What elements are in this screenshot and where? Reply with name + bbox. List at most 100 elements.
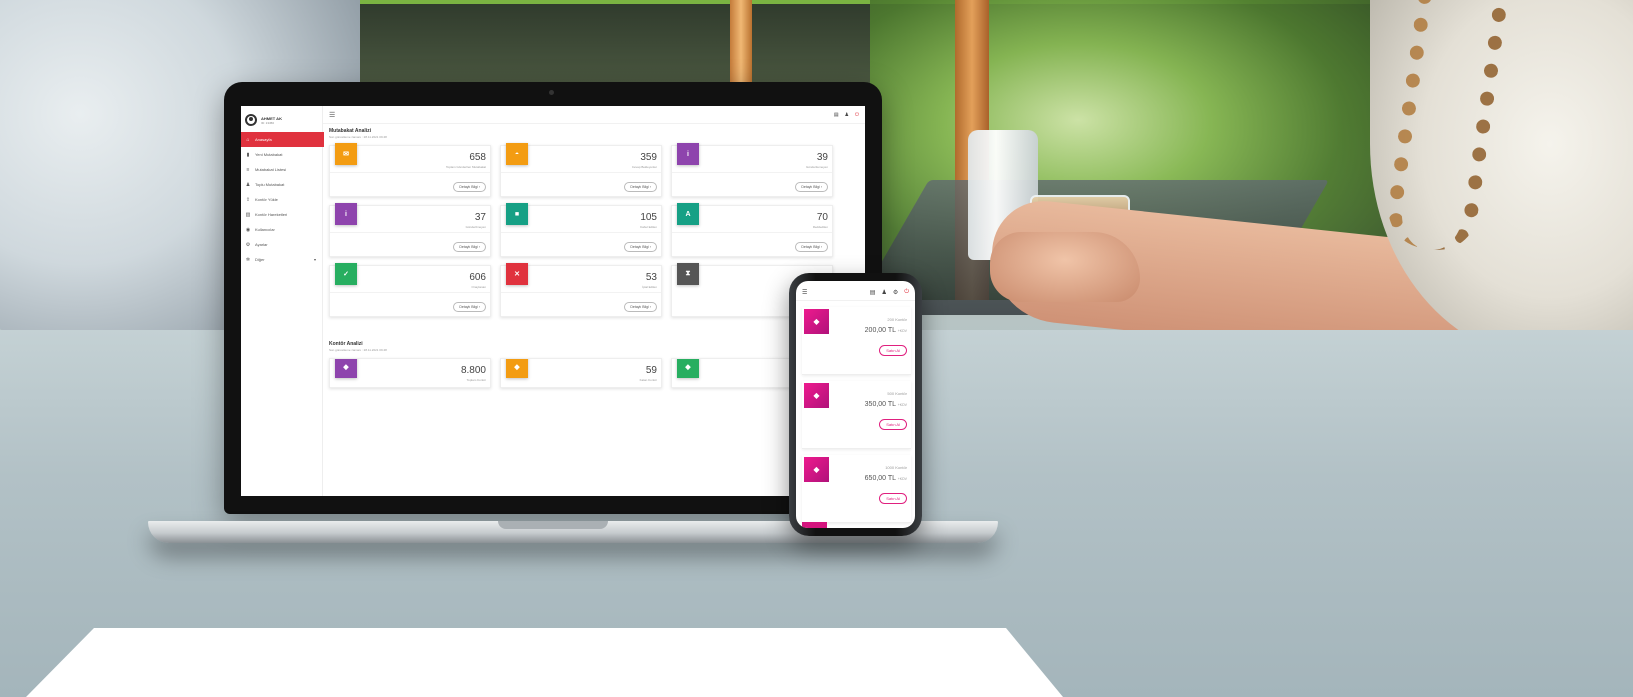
laptop-screen: AHMET AK ID: 13450 ⌂ Anasayfa ▮ Yeni Mutaba… <box>241 106 865 496</box>
stat-value: 359 <box>640 152 657 163</box>
user-icon[interactable]: ♟ <box>845 112 849 118</box>
power-icon[interactable]: ⏻ <box>904 289 909 296</box>
home-icon: ⌂ <box>246 136 250 143</box>
stat-value: 105 <box>640 212 657 223</box>
laptop-camera <box>549 90 554 95</box>
package-price: 650,00 TL +KDV <box>865 475 907 482</box>
buy-button[interactable]: Satın Al <box>879 493 907 504</box>
chat-icon: ◓ <box>506 143 528 165</box>
phone-topbar: ☰ ▤ ♟ ⚙ ⏻ <box>796 281 915 301</box>
sidebar-item[interactable]: ⇪ Kontör Yükle <box>241 192 322 207</box>
details-button[interactable]: Detaylı Bilgi › <box>795 242 828 252</box>
wallet-icon[interactable]: ▤ <box>834 112 839 118</box>
email-icon: ✉ <box>335 143 357 165</box>
card-divider <box>330 292 490 293</box>
check-icon: ✓ <box>335 263 357 285</box>
sidebar-item-label: Toplu Mutabakat <box>255 182 285 187</box>
card-divider <box>672 172 832 173</box>
stat-label: Gönderilmeyen <box>465 225 486 229</box>
price-tax: +KDV <box>897 329 907 333</box>
stat-card: ◆ 59 Kalan Kontör <box>500 358 662 388</box>
details-button[interactable]: Detaylı Bilgi › <box>624 182 657 192</box>
coin-icon: ◆ <box>506 359 528 378</box>
details-button[interactable]: Detaylı Bilgi › <box>453 302 486 312</box>
list-icon: ≡ <box>246 166 250 173</box>
stat-value: 59 <box>645 365 657 376</box>
info-icon: i <box>335 203 357 225</box>
sidebar: AHMET AK ID: 13450 ⌂ Anasayfa ▮ Yeni Mutaba… <box>241 106 324 496</box>
sidebar-item[interactable]: ♟ Toplu Mutabakat <box>241 177 322 192</box>
details-button[interactable]: Detaylı Bilgi › <box>453 242 486 252</box>
topbar-actions: ▤ ♟ ⏻ <box>834 112 859 118</box>
details-button[interactable]: Detaylı Bilgi › <box>624 242 657 252</box>
stat-card: i 39 Gönderilemeyen Detaylı Bilgi › <box>671 143 833 197</box>
settings-icon: ⚙ <box>245 241 251 248</box>
avatar-icon <box>245 114 257 126</box>
sidebar-item[interactable]: ▥ Kontör Hareketleri <box>241 207 322 222</box>
stat-card: ◆ 8.800 Toplam Kontör <box>329 358 491 388</box>
details-button[interactable]: Detaylı Bilgi › <box>453 182 486 192</box>
power-icon[interactable]: ⏻ <box>855 112 859 118</box>
sidebar-item[interactable]: ≡ Mutabakat Listesi <box>241 162 322 177</box>
stat-value: 606 <box>469 272 486 283</box>
buy-button[interactable]: Satın Al <box>879 345 907 356</box>
stat-label: Cevap Bekleyenler <box>631 165 657 169</box>
coin-icon: ◆ <box>677 359 699 378</box>
user-profile[interactable]: AHMET AK ID: 13450 <box>241 106 322 132</box>
stat-value: 37 <box>474 212 486 223</box>
sidebar-item[interactable]: ✲ Diğer ▾ <box>241 252 322 267</box>
stat-label: Gönderilemeyen <box>805 165 828 169</box>
user-name: AHMET AK <box>261 115 282 121</box>
section-title: Mutabakat Analizi <box>329 128 372 134</box>
stat-label: Reddedilen <box>812 225 828 229</box>
sidebar-item-label: Ayarlar <box>255 242 268 247</box>
package-card: ◆ 200 Kontör 200,00 TL +KDV Satın Al <box>802 307 911 375</box>
card-divider <box>501 172 661 173</box>
stat-card: i 37 Gönderilmeyen Detaylı Bilgi › <box>329 203 491 257</box>
sidebar-item-label: Kontör Yükle <box>255 197 278 202</box>
sidebar-item-label: Kontör Hareketleri <box>255 212 288 217</box>
stat-card: ■ 105 Kabul Edilen Detaylı Bilgi › <box>500 203 662 257</box>
package-kontor: 500 Kontör <box>887 391 907 396</box>
card-divider <box>330 172 490 173</box>
stat-value: 39 <box>816 152 828 163</box>
kontor-cards: ◆ 8.800 Toplam Kontör ◆ 59 Kalan Kontör ◆ <box>329 358 857 388</box>
sidebar-item[interactable]: ⌂ Anasayfa <box>241 132 324 147</box>
details-button[interactable]: Detaylı Bilgi › <box>795 182 828 192</box>
document-icon: ▮ <box>246 151 250 158</box>
details-button[interactable]: Detaylı Bilgi › <box>624 302 657 312</box>
content-panel <box>26 628 1063 697</box>
package-card: ◆ 500 Kontör 350,00 TL +KDV Satın Al <box>802 381 911 449</box>
section-subtitle: Son güncelleme zamanı : 28.11.2021 09:48 <box>329 135 387 139</box>
price-value: 650,00 TL <box>864 475 896 482</box>
upload-icon: ⇪ <box>245 196 251 203</box>
hamburger-menu-icon[interactable]: ☰ <box>802 289 807 296</box>
coin-icon: ◆ <box>804 309 829 334</box>
wooden-post <box>730 0 752 90</box>
user-icon[interactable]: ♟ <box>881 289 886 296</box>
stat-value: 658 <box>469 152 486 163</box>
sidebar-menu: ⌂ Anasayfa ▮ Yeni Mutabakat ≡ Mutabakat Liste… <box>241 132 324 267</box>
sidebar-item[interactable]: ◉ Kullanıcılar <box>241 222 322 237</box>
sidebar-item[interactable]: ▮ Yeni Mutabakat <box>241 147 322 162</box>
wallet-icon[interactable]: ▤ <box>870 289 876 296</box>
settings-icon[interactable]: ⚙ <box>893 289 898 296</box>
hourglass-icon: ⧗ <box>677 263 699 285</box>
stat-label: Onaylanan <box>471 285 486 289</box>
sidebar-item[interactable]: ⚙ Ayarlar <box>241 237 322 252</box>
laptop: AHMET AK ID: 13450 ⌂ Anasayfa ▮ Yeni Mutaba… <box>224 82 882 514</box>
stat-value: 53 <box>645 272 657 283</box>
sidebar-item-label: Diğer <box>255 257 265 262</box>
buy-button[interactable]: Satın Al <box>879 419 907 430</box>
section-subtitle: Son güncelleme zamanı : 28.11.2021 09:48 <box>329 348 387 352</box>
stat-label: Kabul Edilen <box>640 225 657 229</box>
price-value: 350,00 TL <box>864 401 896 408</box>
card-divider <box>330 232 490 233</box>
stat-label: İptal Edilen <box>642 285 657 289</box>
card-divider <box>672 232 832 233</box>
price-tax: +KDV <box>897 477 907 481</box>
package-kontor: 1000 Kontör <box>885 465 907 470</box>
users-icon: ♟ <box>245 181 251 188</box>
hamburger-menu-icon[interactable]: ☰ <box>329 111 335 119</box>
package-price: 200,00 TL +KDV <box>865 327 907 334</box>
